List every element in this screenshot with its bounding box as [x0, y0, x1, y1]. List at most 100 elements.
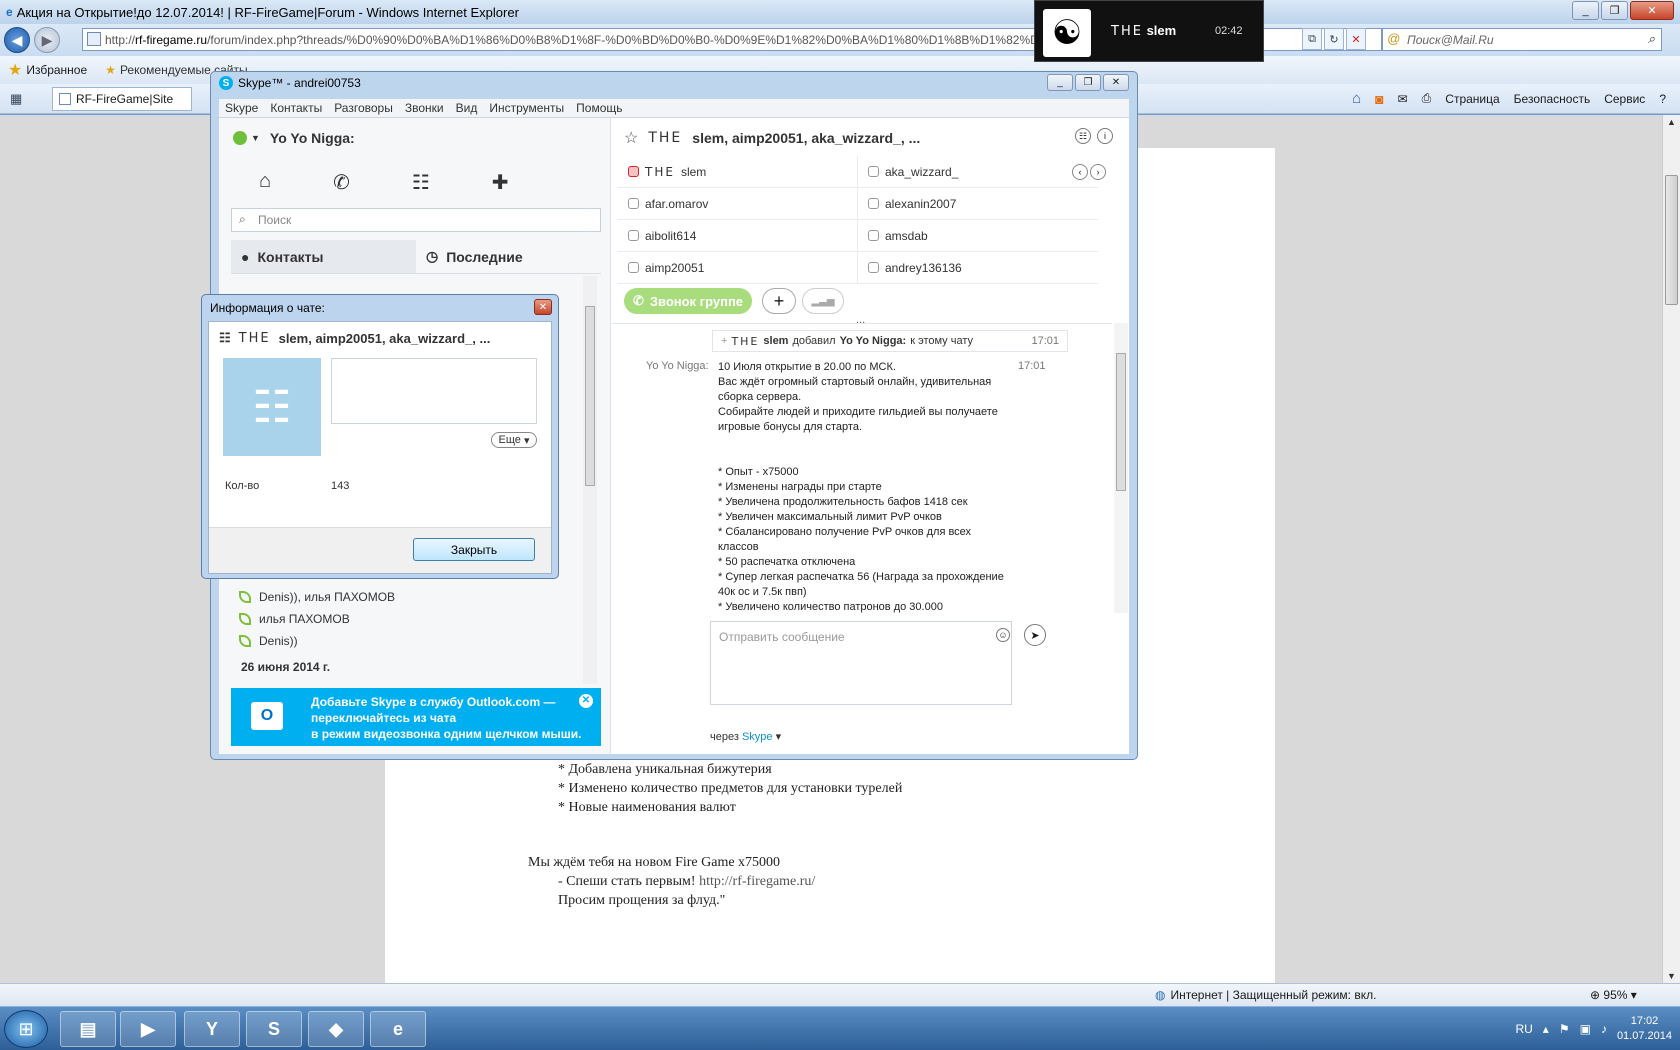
member-item[interactable]: THE slem: [618, 156, 858, 188]
chat-header: ☆ THE slem, aimp20051, aka_wizzard_, ...: [624, 128, 921, 148]
minimize-button[interactable]: _: [1572, 1, 1599, 20]
start-button[interactable]: ⊞: [4, 1010, 48, 1048]
my-status[interactable]: ▼ Yo Yo Nigga:: [233, 130, 355, 146]
skype-minimize-button[interactable]: _: [1047, 74, 1073, 91]
close-icon[interactable]: ✕: [579, 694, 593, 708]
call-group-button[interactable]: ✆ Звонок группе: [624, 288, 752, 314]
tab-recent[interactable]: ◷ Последние: [416, 240, 601, 274]
menu-help[interactable]: Помощь: [576, 101, 622, 115]
page-menu[interactable]: Страница: [1445, 92, 1499, 106]
member-item[interactable]: afar.omarov: [618, 188, 858, 220]
message-input[interactable]: Отправить сообщение: [710, 621, 1012, 705]
favorites-button[interactable]: ★ Избранное: [8, 60, 87, 80]
shield-taskbar-icon[interactable]: ◆: [308, 1011, 364, 1047]
language-indicator[interactable]: RU: [1515, 1022, 1532, 1036]
yandex-taskbar-icon[interactable]: Y: [184, 1011, 240, 1047]
menu-tools[interactable]: Инструменты: [489, 101, 564, 115]
network-icon[interactable]: ▣: [1580, 1022, 1591, 1036]
mail-icon[interactable]: ✉: [1398, 92, 1408, 106]
help-icon[interactable]: ?: [1659, 92, 1666, 106]
refresh-icon[interactable]: ↻: [1324, 28, 1344, 50]
forward-button[interactable]: ▶: [34, 27, 60, 53]
flag-icon[interactable]: ⚑: [1559, 1022, 1570, 1036]
menu-calls[interactable]: Звонки: [405, 101, 444, 115]
member-item[interactable]: aibolit614: [618, 220, 858, 252]
menu-conversations[interactable]: Разговоры: [334, 101, 393, 115]
tray-arrow-icon[interactable]: ▴: [1543, 1022, 1549, 1036]
close-icon[interactable]: ✕: [534, 299, 552, 315]
home-icon[interactable]: ⌂: [259, 170, 271, 195]
ie-taskbar-icon[interactable]: e: [370, 1011, 426, 1047]
menu-view[interactable]: Вид: [456, 101, 478, 115]
group-icon[interactable]: ☷: [412, 170, 430, 195]
favorite-star-icon[interactable]: ☆: [624, 128, 638, 148]
scroll-down-icon[interactable]: ▼: [1667, 971, 1676, 981]
skype-close-button[interactable]: ✕: [1103, 74, 1129, 91]
scroll-thumb[interactable]: [585, 306, 595, 486]
chat-info-dialog: Информация о чате: ✕ ☷ THE slem, aimp200…: [201, 294, 559, 579]
skype-search-input[interactable]: ⌕ Поиск: [231, 208, 601, 232]
print-icon[interactable]: ⎙: [1422, 91, 1432, 106]
page-scrollbar[interactable]: ▲ ▼: [1662, 115, 1680, 983]
skype-maximize-button[interactable]: ❐: [1075, 74, 1101, 91]
member-item[interactable]: amsdab: [858, 220, 1098, 252]
more-button[interactable]: Еще ▾: [491, 432, 537, 448]
search-icon[interactable]: ⌕: [1648, 31, 1655, 47]
post-link[interactable]: http://rf-firegame.ru/: [699, 874, 815, 889]
skype-menubar: Skype Контакты Разговоры Звонки Вид Инст…: [219, 99, 1129, 118]
topic-field[interactable]: [331, 358, 537, 424]
emoticon-icon[interactable]: ☺: [996, 628, 1010, 642]
online-status-icon[interactable]: [233, 131, 247, 145]
volume-icon[interactable]: ♪: [1601, 1022, 1607, 1036]
member-item[interactable]: aimp20051: [618, 252, 858, 284]
menu-skype[interactable]: Skype: [225, 101, 258, 115]
now-playing-widget: ☯ THE slem 02:42: [1034, 0, 1264, 62]
chat-scrollbar[interactable]: [1114, 323, 1128, 613]
chevron-down-icon[interactable]: ▼: [251, 133, 260, 143]
close-button[interactable]: Закрыть: [413, 538, 535, 561]
via-selector[interactable]: через Skype ▾: [710, 730, 781, 743]
security-menu[interactable]: Безопасность: [1514, 92, 1591, 106]
add-favorite-icon: ★: [105, 63, 116, 77]
zoom-level[interactable]: ⊕ 95% ▾: [1590, 988, 1637, 1002]
skype-taskbar-icon[interactable]: S: [246, 1011, 302, 1047]
outlook-promo[interactable]: O Добавьте Skype в службу Outlook.com — …: [231, 688, 601, 746]
member-item[interactable]: alexanin2007: [858, 188, 1098, 220]
post-text: * Добавлена уникальная бижутерия * Измен…: [528, 760, 902, 910]
scroll-thumb[interactable]: [1116, 353, 1126, 491]
media-player-taskbar-icon[interactable]: ▶: [120, 1011, 176, 1047]
scroll-up-icon[interactable]: ▲: [1667, 117, 1676, 127]
list-item[interactable]: Denis)), илья ПАХОМОВ: [231, 586, 581, 608]
stop-icon[interactable]: ✕: [1346, 28, 1366, 50]
back-button[interactable]: ◀: [4, 27, 30, 53]
send-icon[interactable]: ➤: [1024, 624, 1046, 646]
home-icon[interactable]: ⌂: [1352, 90, 1361, 107]
search-input[interactable]: @ Поиск@Mail.Ru ⌕: [1382, 28, 1662, 51]
service-menu[interactable]: Сервис: [1604, 92, 1645, 106]
maximize-button[interactable]: ❐: [1601, 1, 1628, 20]
explorer-taskbar-icon[interactable]: ▤: [60, 1011, 116, 1047]
chevron-right-icon[interactable]: ›: [1090, 164, 1106, 180]
info-icon[interactable]: i: [1097, 128, 1113, 144]
list-scrollbar[interactable]: [583, 276, 597, 684]
list-item[interactable]: илья ПАХОМОВ: [231, 608, 581, 630]
list-item[interactable]: Denis)): [231, 630, 581, 652]
compatibility-icon[interactable]: ⧉: [1302, 28, 1322, 50]
participants-icon[interactable]: ☷: [1075, 128, 1091, 144]
globe-icon: ◍: [1155, 988, 1166, 1002]
scroll-thumb[interactable]: [1665, 175, 1678, 305]
member-item[interactable]: andrey136136: [858, 252, 1098, 284]
menu-contacts[interactable]: Контакты: [270, 101, 322, 115]
group-avatar: ☷: [223, 358, 321, 456]
add-participant-button[interactable]: +: [762, 288, 796, 314]
rss-icon[interactable]: ◙: [1375, 91, 1383, 107]
quick-tabs-icon[interactable]: ▦: [10, 91, 22, 107]
close-button[interactable]: ✕: [1630, 1, 1674, 20]
tab-rf-firegame[interactable]: RF-FireGame|Site: [52, 87, 192, 111]
phone-icon[interactable]: ✆: [333, 170, 350, 195]
member-item[interactable]: aka_wizzard_: [858, 156, 1098, 188]
clock[interactable]: 17:02 01.07.2014: [1617, 1014, 1672, 1044]
add-contact-icon[interactable]: ✚: [492, 170, 509, 195]
tab-contacts[interactable]: ● Контакты: [231, 240, 416, 274]
chevron-left-icon[interactable]: ‹: [1072, 164, 1088, 180]
